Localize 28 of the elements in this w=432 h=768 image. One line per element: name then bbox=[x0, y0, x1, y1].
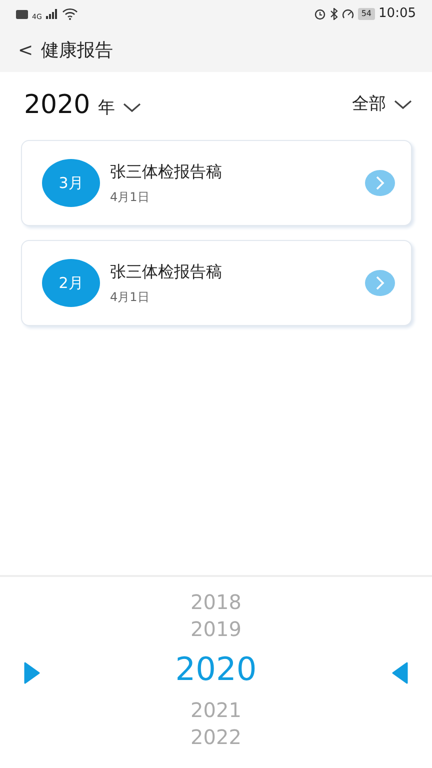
signal-icon bbox=[46, 9, 58, 19]
report-title: 张三体检报告稿 bbox=[110, 261, 223, 283]
chevron-down-icon bbox=[394, 100, 412, 110]
battery-level: 54 bbox=[358, 8, 375, 20]
report-card[interactable]: 2月 张三体检报告稿 4月1日 bbox=[21, 240, 412, 326]
report-title: 张三体检报告稿 bbox=[110, 161, 223, 183]
speed-gauge-icon bbox=[342, 8, 354, 20]
open-button[interactable] bbox=[365, 270, 395, 296]
month-badge: 3月 bbox=[42, 159, 100, 207]
back-button[interactable]: < bbox=[18, 36, 34, 64]
hd-icon bbox=[16, 10, 28, 18]
clock-time: 10:05 bbox=[378, 5, 416, 24]
page-title: 健康报告 bbox=[41, 38, 114, 62]
chevron-right-icon bbox=[375, 276, 385, 290]
play-left-icon[interactable] bbox=[392, 662, 408, 684]
report-date: 4月1日 bbox=[110, 189, 150, 206]
month-badge: 2月 bbox=[42, 259, 100, 307]
wifi-icon bbox=[62, 8, 78, 20]
chevron-down-icon bbox=[123, 103, 142, 113]
year-dropdown[interactable]: 2020 年 bbox=[24, 86, 142, 125]
report-card[interactable]: 3月 张三体检报告稿 4月1日 bbox=[21, 140, 412, 226]
bluetooth-icon bbox=[330, 8, 338, 20]
alarm-icon bbox=[314, 8, 326, 20]
chevron-right-icon bbox=[375, 176, 385, 190]
category-dropdown[interactable]: 全部 bbox=[352, 92, 412, 118]
open-button[interactable] bbox=[365, 170, 395, 196]
report-date: 4月1日 bbox=[110, 289, 150, 306]
play-right-icon[interactable] bbox=[24, 662, 40, 684]
